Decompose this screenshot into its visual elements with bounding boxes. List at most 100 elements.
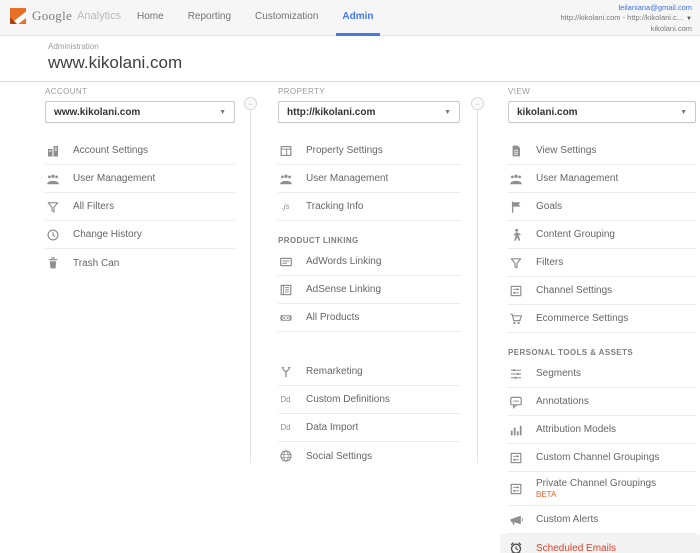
menu-item-filters[interactable]: Filters [508,249,696,277]
nav-tab-customization[interactable]: Customization [243,0,330,36]
property-selector[interactable]: http://kikolani.com▼ [278,101,460,123]
current-property-text: http://kikolani.com - http://kikolani.c.… [560,13,683,22]
menu-item-adwords-linking[interactable]: AdWords Linking [278,248,460,276]
page-title: www.kikolani.com [48,53,700,73]
menu-item-label: Filters [536,257,563,268]
nav-tab-home[interactable]: Home [125,0,176,36]
menu-item-label: Remarketing [306,366,363,377]
selected-value: kikolani.com [517,107,578,118]
menu-item-account-settings[interactable]: Account Settings [45,137,235,165]
menu-item-user-management[interactable]: User Management [45,165,235,193]
menu-item-trash-can[interactable]: Trash Can [45,249,235,277]
remarketing-icon [278,365,293,379]
breadcrumb: Administration [48,42,700,51]
account-switcher[interactable]: leilaniana@gmail.com http://kikolani.com… [560,3,692,34]
menu-item-all-filters[interactable]: All Filters [45,193,235,221]
history-icon [45,228,60,242]
menu-item-attribution-models[interactable]: Attribution Models [508,416,696,444]
menu-item-label: Scheduled Emails [536,543,616,553]
collapse-column-button[interactable]: ↔ [471,97,484,110]
menu-item-label: AdWords Linking [306,256,381,267]
logo-brand: Google [32,8,72,24]
bar-chart-icon [508,423,523,437]
menu-item-label: User Management [73,173,155,184]
chevron-down-icon: ▼ [219,109,226,116]
current-view-text: kikolani.com [560,24,692,34]
menu-item-label: Goals [536,201,562,212]
trash-icon [45,256,60,270]
menu-item-view-settings[interactable]: View Settings [508,137,696,165]
view-selector[interactable]: kikolani.com ▼ [508,101,696,123]
adsense-icon [278,283,293,297]
menu-item-private-channel-groupings[interactable]: Private Channel GroupingsBETA [508,472,696,506]
menu-item-segments[interactable]: Segments [508,360,696,388]
menu-item-social-settings[interactable]: Social Settings [278,442,460,470]
menu-item-goals[interactable]: Goals [508,193,696,221]
menu-item-label: Custom Definitions [306,394,390,405]
menu-item-label: Private Channel Groupings [536,478,656,489]
column-view: VIEW kikolani.com ▼ View Settings User Manag… [508,87,696,553]
menu-item-custom-alerts[interactable]: Custom Alerts [508,506,696,534]
alarm-clock-icon [508,541,523,553]
menu-item-content-grouping[interactable]: Content Grouping [508,221,696,249]
logo-product: Analytics [77,10,121,22]
menu-item-annotations[interactable]: Annotations [508,388,696,416]
menu-item-label: Attribution Models [536,424,616,435]
js-icon: .js [278,202,293,211]
filter-icon [508,256,523,270]
menu-item-channel-settings[interactable]: Channel Settings [508,277,696,305]
speech-bubble-icon [508,395,523,409]
megaphone-icon [508,513,523,527]
chevron-down-icon[interactable]: ▼ [686,16,692,22]
menu-item-label: Segments [536,368,581,379]
menu-item-label: Custom Channel Groupings [536,452,659,463]
menu-item-custom-definitions[interactable]: Dd Custom Definitions [278,386,460,414]
section-header-product-linking: PRODUCT LINKING [278,236,460,245]
menu-item-label: Data Import [306,422,358,433]
menu-item-user-management[interactable]: User Management [508,165,696,193]
google-analytics-logo[interactable]: Google Analytics [10,8,121,24]
sliders-icon [508,451,523,465]
menu-item-custom-channel-groupings[interactable]: Custom Channel Groupings [508,444,696,472]
analytics-logo-icon [10,8,26,24]
collapse-column-button[interactable]: ↔ [244,97,257,110]
menu-item-property-settings[interactable]: Property Settings [278,137,460,165]
nav-tab-admin[interactable]: Admin [330,0,385,36]
document-icon [508,144,523,158]
menu-item-adsense-linking[interactable]: AdSense Linking [278,276,460,304]
globe-icon [278,449,293,463]
menu-item-label: AdSense Linking [306,284,381,295]
user-email[interactable]: leilaniana@gmail.com [560,3,692,13]
menu-item-all-products[interactable]: All Products [278,304,460,332]
column-property: PROPERTY http://kikolani.com▼ Property Set… [278,87,460,470]
column-label: ACCOUNT [45,87,235,96]
all-products-icon [278,311,293,325]
menu-item-label: Annotations [536,396,589,407]
menu-item-label: All Filters [73,201,114,212]
menu-item-label: View Settings [536,145,596,156]
column-label: VIEW [508,87,696,96]
column-divider-line [250,99,251,463]
sliders-icon [508,482,523,496]
menu-item-remarketing[interactable]: Remarketing [278,358,460,386]
menu-item-user-management[interactable]: User Management [278,165,460,193]
users-icon [508,172,523,186]
menu-item-change-history[interactable]: Change History [45,221,235,249]
menu-item-ecommerce-settings[interactable]: Ecommerce Settings [508,305,696,333]
menu-item-label: Change History [73,229,142,240]
menu-item-data-import[interactable]: DdData Import [278,414,460,442]
menu-item-tracking-info[interactable]: .jsTracking Info [278,193,460,221]
sliders-icon [508,284,523,298]
dd-icon: Dd [278,395,293,404]
menu-item-label: Custom Alerts [536,514,598,525]
nav-tab-reporting[interactable]: Reporting [176,0,243,36]
cart-icon [508,312,523,326]
account-selector[interactable]: www.kikolani.com▼ [45,101,235,123]
menu-item-label: Trash Can [73,258,119,269]
menu-item-label: User Management [536,173,618,184]
column-label: PROPERTY [278,87,460,96]
column-divider-line [477,99,478,463]
person-icon [508,228,523,242]
menu-item-scheduled-emails[interactable]: Scheduled Emails [500,534,700,553]
chevron-down-icon: ▼ [680,109,687,116]
